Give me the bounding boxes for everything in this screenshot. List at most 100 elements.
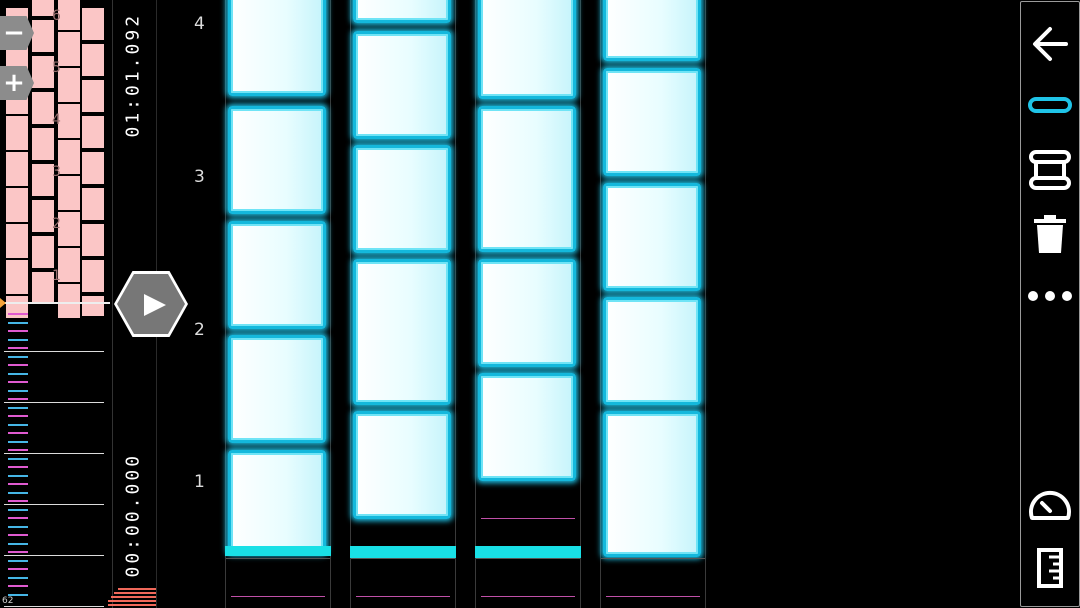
back-button[interactable] <box>1021 16 1079 72</box>
overview-beat-tick <box>8 517 28 519</box>
overview-measure-number: 4 <box>52 112 61 128</box>
overview-beat-tick <box>8 551 28 553</box>
tap-note[interactable] <box>228 450 326 554</box>
plus-icon: + <box>3 68 25 98</box>
overview-timeline <box>0 305 106 608</box>
more-options-icon <box>1028 291 1072 301</box>
judgement-line <box>475 546 581 558</box>
overview-measure-line <box>4 351 104 352</box>
tap-note-tool-icon <box>1028 97 1072 113</box>
overview-measure-number: 3 <box>52 164 61 180</box>
hold-note-tool-button[interactable] <box>1021 142 1079 198</box>
overview-beat-tick <box>8 347 28 349</box>
overview-beat-tick <box>8 398 28 400</box>
lane-1[interactable] <box>225 0 331 608</box>
back-arrow-icon <box>1033 27 1068 61</box>
tap-note[interactable] <box>353 259 451 405</box>
tap-note[interactable] <box>353 145 451 253</box>
tap-note[interactable] <box>603 0 701 61</box>
overview-note <box>32 212 54 232</box>
overview-measure-line <box>4 555 104 556</box>
overview-note <box>32 176 54 196</box>
tap-note[interactable] <box>603 183 701 291</box>
play-icon <box>144 294 166 316</box>
overview-playhead-line <box>2 302 110 304</box>
tap-note[interactable] <box>478 259 576 367</box>
tap-note[interactable] <box>603 68 701 176</box>
overview-beat-tick <box>8 568 28 570</box>
overview-beat-tick <box>8 525 28 528</box>
overview-beat-tick <box>8 576 28 579</box>
overview-beat-tick <box>8 355 28 358</box>
delete-button[interactable] <box>1021 206 1079 262</box>
overview-note <box>58 260 80 282</box>
measure-number-3: 3 <box>194 167 205 187</box>
overview-beat-tick <box>8 585 28 587</box>
overview-note <box>6 272 28 294</box>
tap-note[interactable] <box>603 297 701 405</box>
overview-note <box>82 236 104 256</box>
overview-measure-number: 2 <box>52 216 61 232</box>
judgement-line <box>350 546 456 558</box>
overview-beat-tick <box>8 508 28 511</box>
overview-note <box>82 128 104 148</box>
tap-note[interactable] <box>353 0 451 23</box>
overview-measure-number: 6 <box>52 8 61 24</box>
tap-note[interactable] <box>603 411 701 557</box>
overview-measure-number: 1 <box>52 268 61 284</box>
tap-note[interactable] <box>478 0 576 99</box>
overview-note <box>58 224 80 246</box>
ruler-button[interactable] <box>1021 540 1079 596</box>
overview-beat-tick <box>8 491 28 494</box>
overview-measure-line <box>4 504 104 505</box>
tap-note[interactable] <box>478 373 576 481</box>
overview-beat-tick <box>8 381 28 383</box>
overview-note <box>32 104 54 124</box>
overview-measure-line <box>4 402 104 403</box>
overview-beat-tick <box>8 457 28 460</box>
note-count: 62 <box>2 596 14 606</box>
tap-note[interactable] <box>228 221 326 329</box>
speed-gauge-icon <box>1029 490 1071 520</box>
tap-note[interactable] <box>478 106 576 252</box>
lane-4[interactable] <box>600 0 706 608</box>
tap-note[interactable] <box>228 335 326 443</box>
overview-beat-tick <box>8 406 28 409</box>
tap-note[interactable] <box>353 411 451 519</box>
more-options-button[interactable] <box>1021 268 1079 324</box>
overview-note <box>82 92 104 112</box>
overview-note <box>82 164 104 184</box>
overview-note <box>6 164 28 186</box>
editor-toolbar <box>1020 1 1080 607</box>
overview-measure-number: 5 <box>52 60 61 76</box>
overview-beat-tick <box>8 372 28 375</box>
measure-number-1: 1 <box>194 472 205 492</box>
overview-beat-tick <box>8 415 28 417</box>
overview-beat-tick <box>8 440 28 443</box>
overview-note <box>58 152 80 174</box>
overview-note <box>6 128 28 150</box>
overview-note <box>82 272 104 292</box>
overview-beat-tick <box>8 466 28 468</box>
lane-3[interactable] <box>475 0 581 608</box>
speed-button[interactable] <box>1021 476 1079 532</box>
overview-measure-line <box>4 453 104 454</box>
overview-beat-tick <box>8 364 28 366</box>
overview-beat-tick <box>8 474 28 477</box>
tap-note[interactable] <box>228 0 326 96</box>
overview-beat-tick <box>8 542 28 545</box>
tap-note-tool-button[interactable] <box>1021 78 1079 134</box>
tap-note[interactable] <box>228 106 326 214</box>
judgement-line <box>225 546 331 556</box>
overview-note <box>82 56 104 76</box>
overview-beat-tick <box>8 534 28 536</box>
time-label-bottom: 00:00.000 <box>122 452 144 578</box>
lane-2[interactable] <box>350 0 456 608</box>
overview-note <box>6 236 28 258</box>
ruler-icon <box>1037 548 1063 588</box>
overview-note <box>6 200 28 222</box>
overview-beat-tick <box>8 500 28 502</box>
overview-note <box>58 8 80 30</box>
overview-beat-tick <box>8 432 28 434</box>
tap-note[interactable] <box>353 31 451 139</box>
